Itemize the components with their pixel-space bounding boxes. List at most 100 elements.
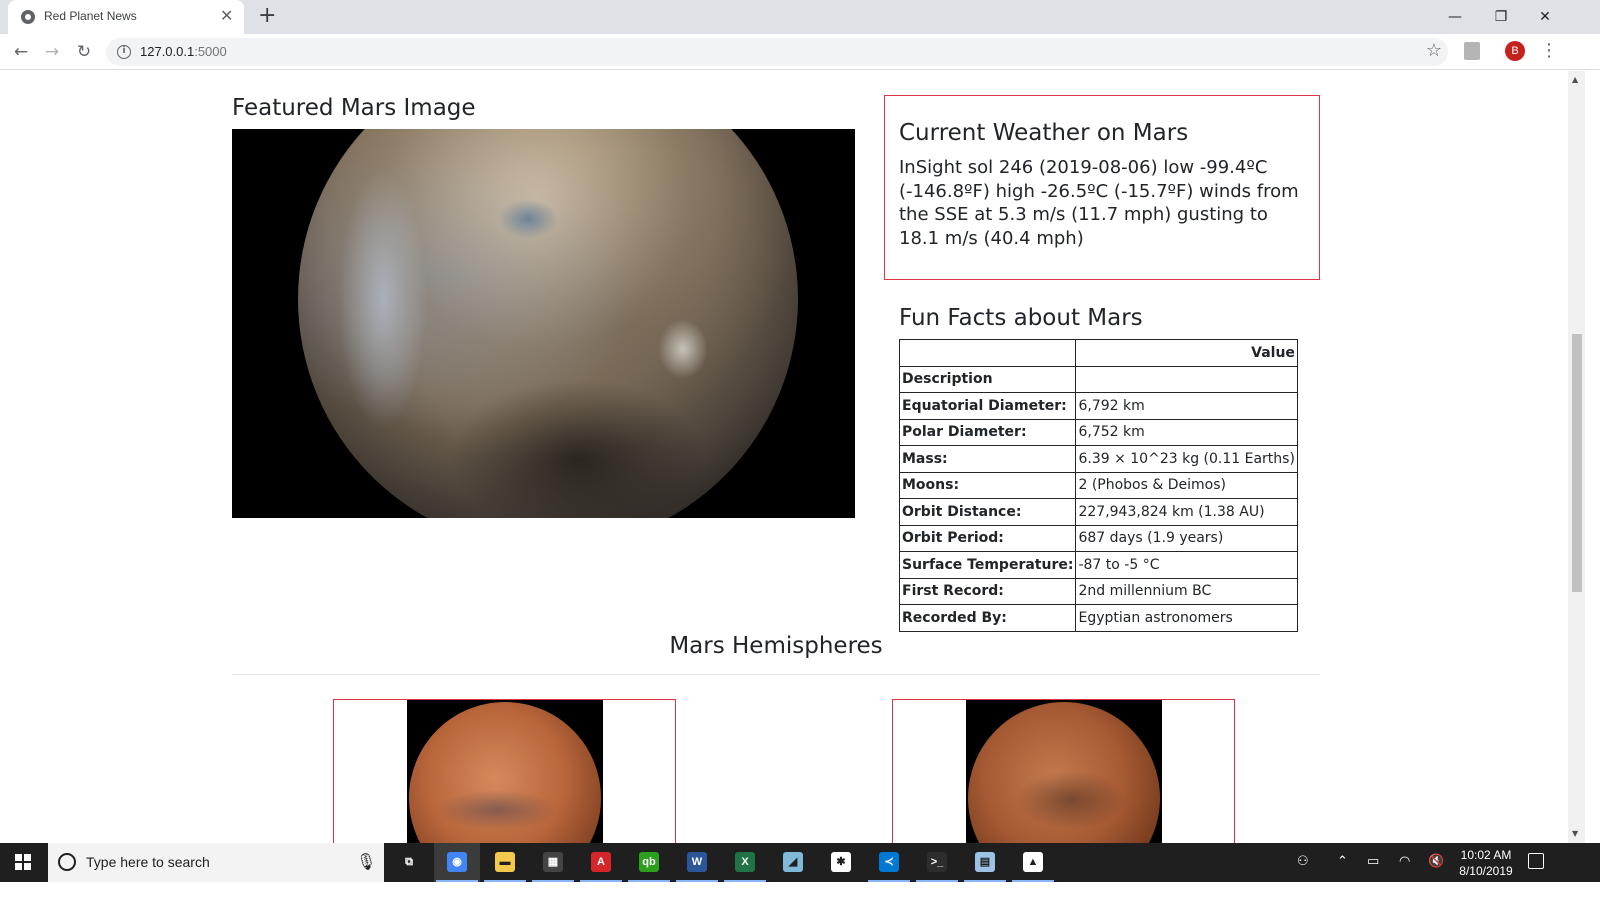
planet-image bbox=[298, 129, 798, 518]
fact-label: First Record: bbox=[898, 577, 1077, 605]
table-row: Polar Diameter: 6,752 km bbox=[898, 418, 1298, 446]
taskbar-vscode-button[interactable]: ≺ bbox=[866, 843, 912, 882]
taskbar-photos-button[interactable]: ▲ bbox=[1010, 843, 1056, 882]
browser-tab[interactable]: Red Planet News ✕ bbox=[8, 0, 244, 34]
fact-label: Surface Temperature: bbox=[898, 551, 1077, 579]
taskbar-acrobat-button[interactable]: A bbox=[578, 843, 624, 882]
windows-taskbar: Type here to search 🎙 ⧉ ◉ ▬ ▦ Aqb W X ◢ ✱ ≺ >_ ▤ ▲ ⚇… bbox=[0, 843, 1600, 882]
table-row: Orbit Period: 687 days (1.9 years) bbox=[898, 524, 1298, 552]
battery-icon[interactable]: ▭ bbox=[1367, 854, 1379, 869]
notes-icon: ◢ bbox=[783, 852, 803, 872]
back-arrow-icon[interactable]: ← bbox=[7, 38, 35, 66]
fact-label: Equatorial Diameter: bbox=[898, 392, 1077, 420]
table-row: Surface Temperature: -87 to -5 °C bbox=[898, 551, 1298, 579]
minimize-button[interactable]: — bbox=[1432, 4, 1478, 30]
fact-label: Mass: bbox=[898, 445, 1077, 473]
site-info-icon[interactable]: i bbox=[117, 45, 131, 59]
fact-value: -87 to -5 °C bbox=[1075, 551, 1298, 579]
chevron-up-icon[interactable]: ⌃ bbox=[1337, 854, 1348, 869]
close-window-button[interactable]: ✕ bbox=[1522, 4, 1568, 30]
bookmark-star-icon[interactable]: ☆ bbox=[1426, 40, 1442, 61]
table-row: Recorded By: Egyptian astronomers bbox=[898, 604, 1298, 632]
search-placeholder: Type here to search bbox=[86, 854, 210, 870]
chrome-icon: ◉ bbox=[447, 852, 467, 872]
table-header-value: Value bbox=[1075, 339, 1298, 367]
fact-value: 6,752 km bbox=[1075, 418, 1298, 446]
taskbar-chrome-button[interactable]: ◉ bbox=[434, 843, 480, 882]
taskbar-quickbooks-button[interactable]: qb bbox=[626, 843, 672, 882]
quickbooks-icon: qb bbox=[639, 852, 659, 872]
fact-value: 2nd millennium BC bbox=[1075, 577, 1298, 605]
taskbar-search-box[interactable]: Type here to search 🎙 bbox=[48, 843, 384, 882]
reload-icon[interactable]: ↻ bbox=[70, 38, 98, 66]
table-row: Orbit Distance: 227,943,824 km (1.38 AU) bbox=[898, 498, 1298, 526]
forward-arrow-icon[interactable]: → bbox=[38, 38, 66, 66]
calculator-icon: ▦ bbox=[543, 852, 563, 872]
photos-icon: ▲ bbox=[1023, 852, 1043, 872]
table-header-blank bbox=[898, 339, 1077, 367]
fact-value: 687 days (1.9 years) bbox=[1075, 524, 1298, 552]
hemisphere-card[interactable] bbox=[333, 699, 676, 843]
fact-value: Egyptian astronomers bbox=[1075, 604, 1298, 632]
taskbar-notepad-button[interactable]: ▤ bbox=[962, 843, 1008, 882]
clock-date: 8/10/2019 bbox=[1459, 864, 1513, 878]
notepad-icon: ▤ bbox=[975, 852, 995, 872]
system-clock[interactable]: 10:02 AM 8/10/2019 bbox=[1450, 847, 1522, 879]
profile-avatar[interactable]: B bbox=[1505, 41, 1525, 61]
taskbar-task-view-button[interactable]: ⧉ bbox=[386, 843, 432, 882]
cortana-icon bbox=[58, 853, 76, 871]
vertical-scrollbar[interactable]: ▲ ▼ bbox=[1568, 71, 1585, 843]
fact-label: Recorded By: bbox=[898, 604, 1077, 632]
taskbar-terminal-button[interactable]: >_ bbox=[914, 843, 960, 882]
fact-value: 6.39 × 10^23 kg (0.11 Earths) bbox=[1075, 445, 1298, 473]
file-explorer-icon: ▬ bbox=[495, 852, 515, 872]
page-viewport: Featured Mars Image Current Weather on M… bbox=[0, 71, 1568, 843]
fact-label: Orbit Period: bbox=[898, 524, 1077, 552]
browser-toolbar: ← → ↻ i 127.0.0.1:5000 ☆ bbox=[0, 34, 1600, 70]
url-text[interactable]: 127.0.0.1:5000 bbox=[140, 44, 227, 59]
clock-time: 10:02 AM bbox=[1460, 848, 1512, 862]
close-tab-icon[interactable]: ✕ bbox=[220, 7, 233, 25]
table-row: Equatorial Diameter: 6,792 km bbox=[898, 392, 1298, 420]
taskbar-word-button[interactable]: W bbox=[674, 843, 720, 882]
fact-label: Moons: bbox=[898, 471, 1077, 499]
restore-button[interactable]: ❐ bbox=[1478, 4, 1524, 30]
weather-panel: Current Weather on Mars InSight sol 246 … bbox=[884, 95, 1320, 280]
table-row: Moons: 2 (Phobos & Deimos) bbox=[898, 471, 1298, 499]
start-button[interactable] bbox=[0, 843, 46, 882]
tab-title: Red Planet News bbox=[44, 9, 137, 23]
taskbar-excel-button[interactable]: X bbox=[722, 843, 768, 882]
hemisphere-image[interactable] bbox=[966, 700, 1162, 843]
fact-value: 227,943,824 km (1.38 AU) bbox=[1075, 498, 1298, 526]
volume-mute-icon[interactable]: 🔇 bbox=[1428, 854, 1444, 869]
fact-label: Orbit Distance: bbox=[898, 498, 1077, 526]
new-tab-button[interactable]: + bbox=[258, 4, 276, 28]
acrobat-extension-icon[interactable] bbox=[1464, 42, 1480, 60]
slack-icon: ✱ bbox=[831, 852, 851, 872]
scroll-down-icon[interactable]: ▼ bbox=[1572, 829, 1578, 838]
fact-value: 2 (Phobos & Deimos) bbox=[1075, 471, 1298, 499]
hemispheres-heading: Mars Hemispheres bbox=[669, 633, 883, 659]
hemisphere-card[interactable] bbox=[892, 699, 1235, 843]
acrobat-icon: A bbox=[591, 852, 611, 872]
microphone-icon[interactable]: 🎙 bbox=[356, 852, 376, 871]
scroll-thumb[interactable] bbox=[1572, 334, 1582, 592]
table-row: First Record: 2nd millennium BC bbox=[898, 577, 1298, 605]
table-row: Description bbox=[898, 365, 1298, 393]
people-icon[interactable]: ⚇ bbox=[1297, 854, 1309, 869]
hemisphere-image[interactable] bbox=[407, 700, 603, 843]
windows-logo-icon bbox=[15, 854, 31, 870]
taskbar-notes-button[interactable]: ◢ bbox=[770, 843, 816, 882]
menu-kebab-icon[interactable]: ⋮ bbox=[1540, 40, 1558, 61]
wifi-icon[interactable]: ◠ bbox=[1399, 854, 1410, 869]
fact-value: 6,792 km bbox=[1075, 392, 1298, 420]
notifications-icon[interactable] bbox=[1528, 853, 1544, 869]
taskbar-calculator-button[interactable]: ▦ bbox=[530, 843, 576, 882]
address-bar[interactable]: i 127.0.0.1:5000 ☆ bbox=[106, 38, 1448, 66]
featured-image-heading: Featured Mars Image bbox=[232, 95, 476, 121]
scroll-up-icon[interactable]: ▲ bbox=[1572, 75, 1578, 84]
featured-mars-image[interactable] bbox=[232, 129, 855, 518]
terminal-icon: >_ bbox=[927, 852, 947, 872]
taskbar-file-explorer-button[interactable]: ▬ bbox=[482, 843, 528, 882]
taskbar-slack-button[interactable]: ✱ bbox=[818, 843, 864, 882]
